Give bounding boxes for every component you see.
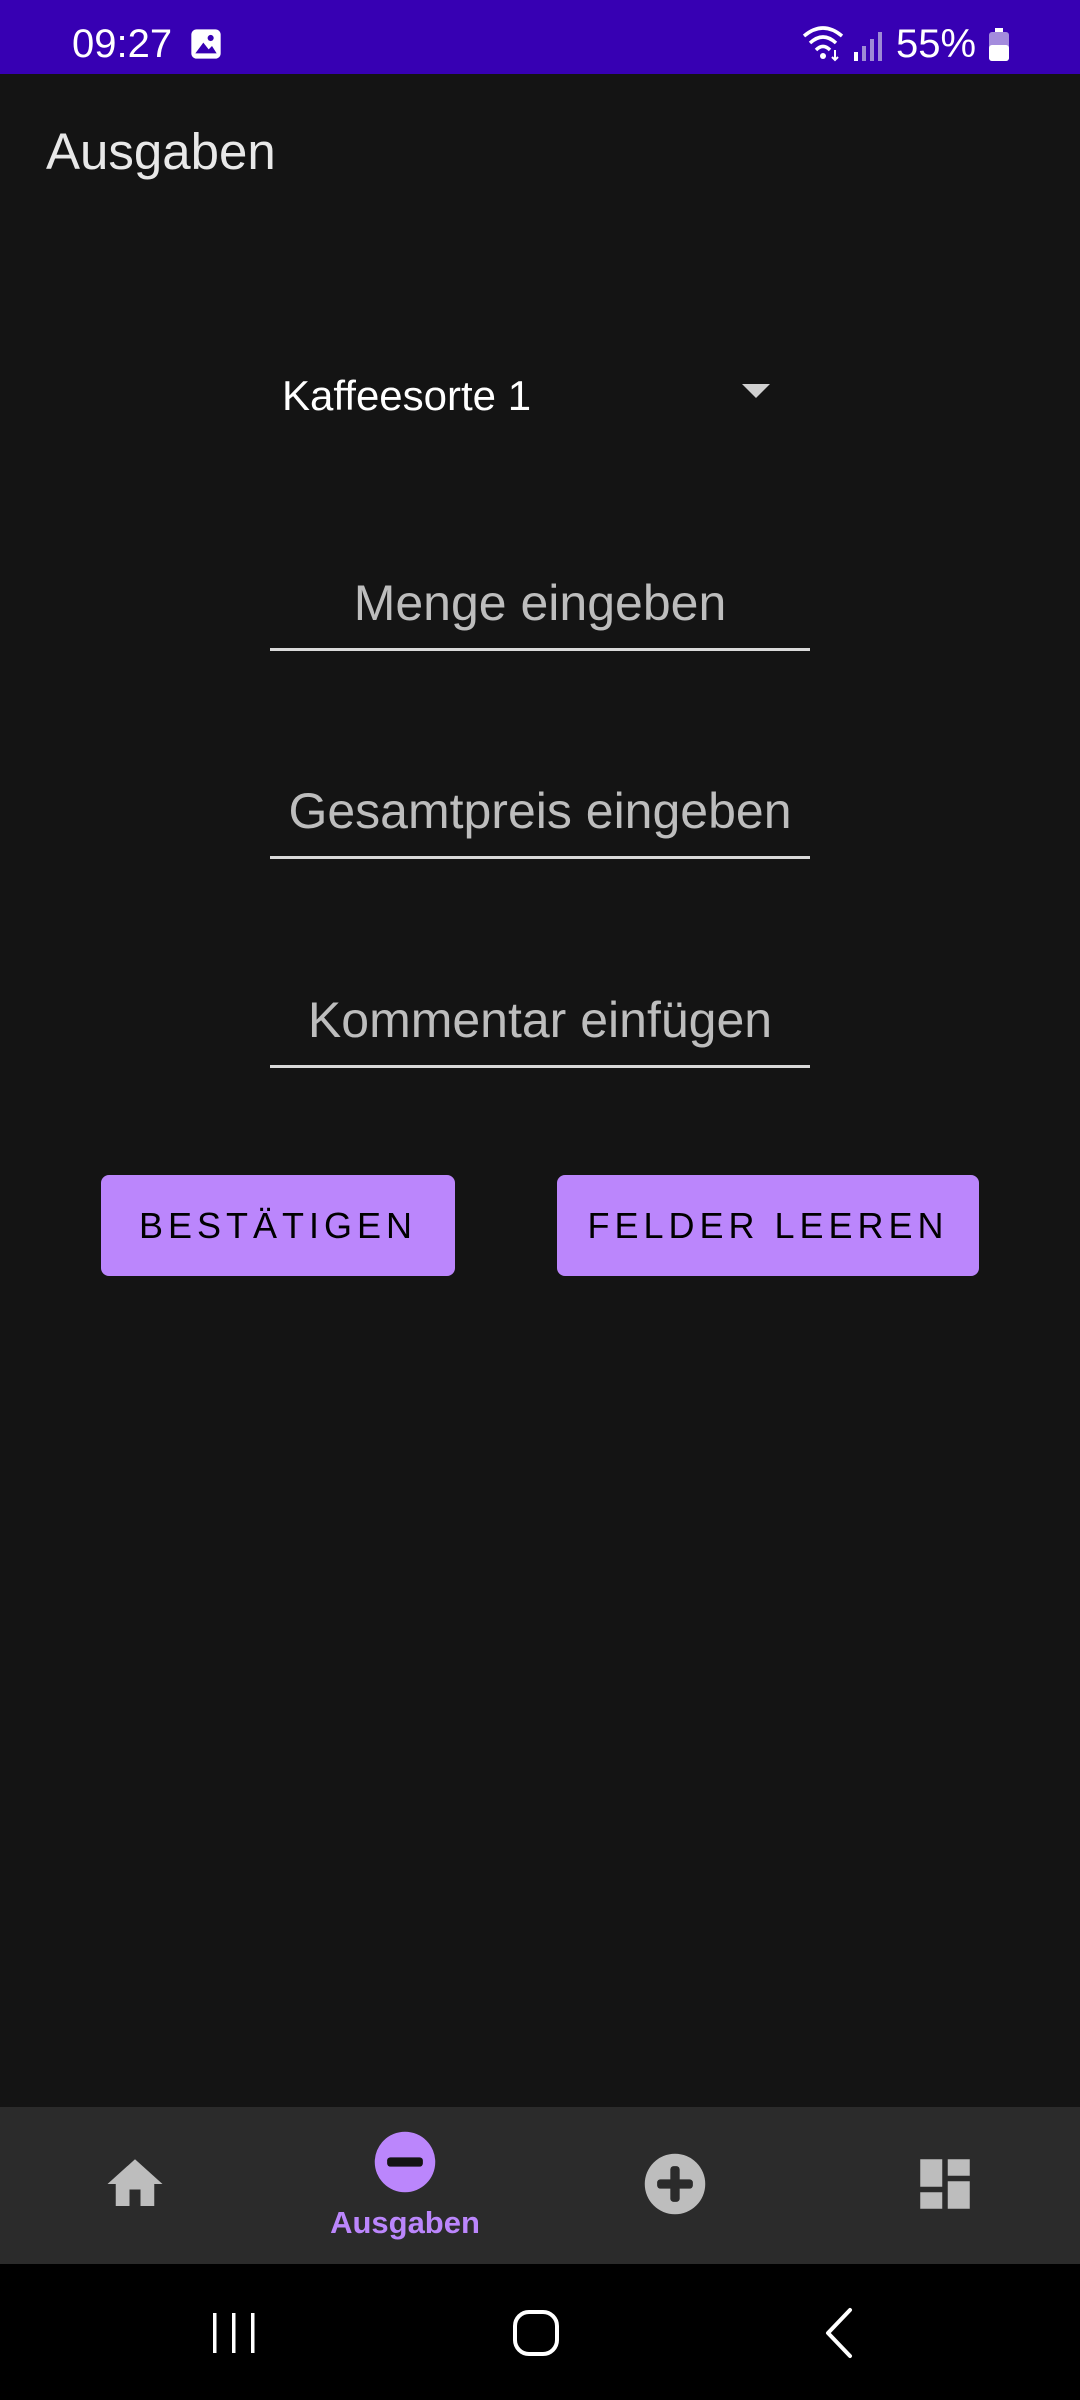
- clear-fields-button[interactable]: FELDER LEEREN: [557, 1175, 979, 1276]
- total-price-input[interactable]: [270, 766, 810, 856]
- dashboard-icon: [920, 2159, 970, 2209]
- minus-circle-icon: [374, 2131, 436, 2193]
- coffee-type-dropdown[interactable]: Kaffeesorte 1: [266, 348, 786, 444]
- quantity-field-container: [270, 558, 810, 651]
- recents-icon[interactable]: [199, 2298, 269, 2368]
- signal-icon: [854, 32, 882, 61]
- nav-item-home[interactable]: [0, 2107, 270, 2264]
- home-outline-icon[interactable]: [501, 2298, 571, 2368]
- quantity-input[interactable]: [270, 558, 810, 648]
- comment-input[interactable]: [270, 975, 810, 1065]
- coffee-type-selected: Kaffeesorte 1: [282, 372, 532, 419]
- status-time: 09:27: [72, 22, 173, 66]
- comment-field-container: [270, 975, 810, 1068]
- total-price-field-container: [270, 766, 810, 859]
- gallery-icon: [191, 29, 221, 59]
- nav-item-add[interactable]: [540, 2107, 810, 2264]
- page-title: Ausgaben: [46, 123, 276, 180]
- nav-item-expenses[interactable]: Ausgaben: [270, 2107, 540, 2264]
- bottom-navigation: Ausgaben: [0, 2107, 1080, 2264]
- back-icon[interactable]: [804, 2298, 874, 2368]
- expenses-screen: 09:27 55% Ausgaben Kaffeesorte 1 Menge e…: [0, 0, 1080, 2400]
- home-icon: [107, 2159, 163, 2206]
- system-navigation-bar: [0, 2264, 1080, 2400]
- battery-icon: [989, 28, 1009, 61]
- nav-item-dashboard[interactable]: [810, 2107, 1080, 2264]
- battery-percentage: 55%: [896, 22, 977, 66]
- plus-circle-icon: [644, 2153, 706, 2215]
- wifi-icon: [802, 26, 844, 62]
- nav-label-expenses: Ausgaben: [330, 2205, 480, 2240]
- confirm-button[interactable]: BESTÄTIGEN: [101, 1175, 455, 1276]
- status-bar: 09:27 55%: [0, 0, 1080, 74]
- dropdown-arrow-icon: [742, 384, 770, 398]
